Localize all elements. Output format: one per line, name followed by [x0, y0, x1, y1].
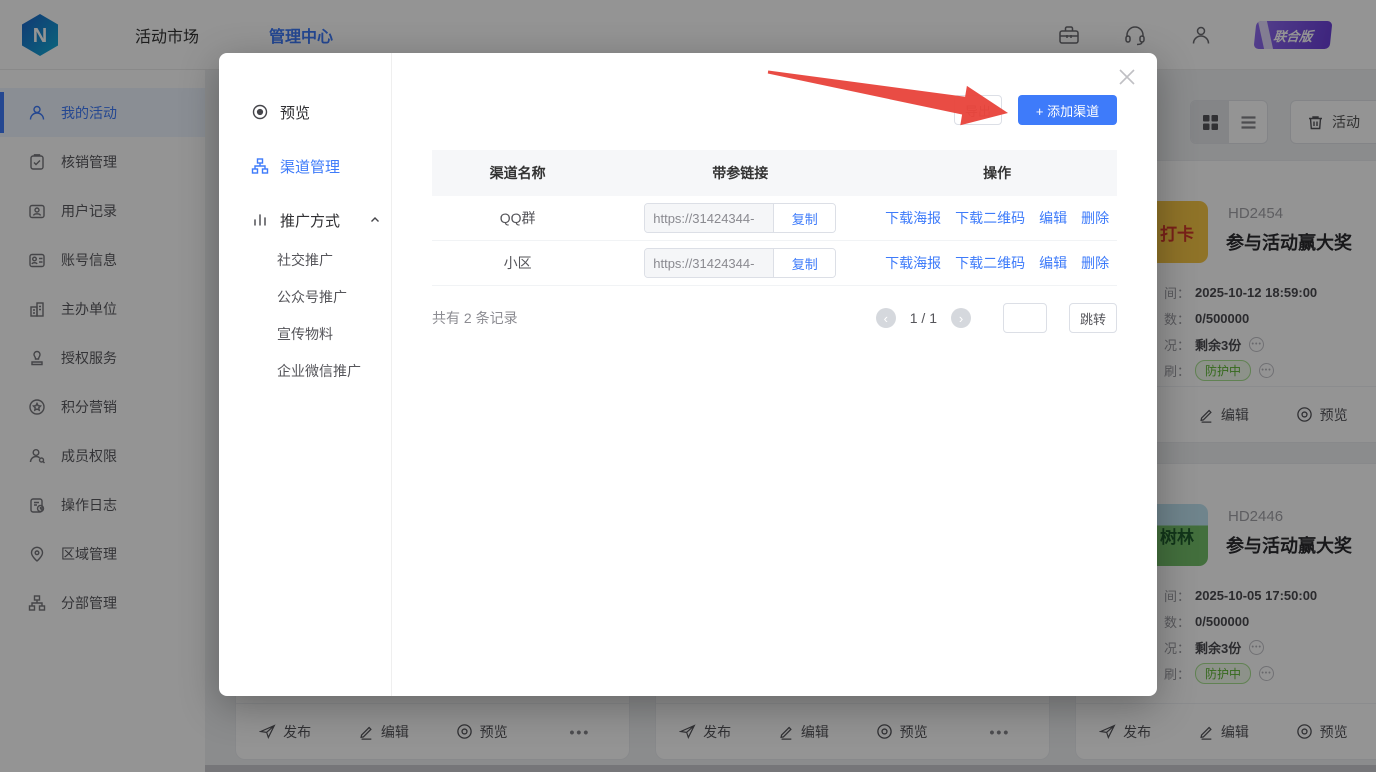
- table-row: 小区 https://31424344- 复制 下载海报 下载二维码 编辑 删除: [432, 241, 1117, 286]
- next-page-button[interactable]: ›: [951, 308, 971, 328]
- modal-nav-promotion-methods[interactable]: 推广方式: [219, 199, 391, 241]
- modal-nav-social-promo[interactable]: 社交推广: [219, 241, 391, 278]
- download-qrcode-link[interactable]: 下载二维码: [955, 253, 1025, 273]
- pagination: 共有 2 条记录 ‹ 1 / 1 › 跳转: [432, 303, 1117, 333]
- copy-button[interactable]: 复制: [773, 249, 835, 277]
- chevron-up-icon: [369, 214, 381, 226]
- modal-subnav-label: 企业微信推广: [277, 361, 361, 381]
- record-count: 共有 2 条记录: [432, 308, 518, 328]
- modal-subnav-label: 社交推广: [277, 250, 333, 270]
- modal-nav-label: 推广方式: [280, 210, 340, 231]
- param-link-group: https://31424344- 复制: [644, 248, 836, 278]
- modal-nav-wecom-promo[interactable]: 企业微信推广: [219, 352, 391, 389]
- column-header-link: 带参链接: [603, 163, 877, 183]
- modal-nav-label: 渠道管理: [280, 156, 340, 177]
- bar-chart-icon: [251, 211, 269, 229]
- table-header: 渠道名称 带参链接 操作: [432, 150, 1117, 196]
- edit-link[interactable]: 编辑: [1039, 253, 1067, 273]
- param-link-text: https://31424344-: [645, 249, 773, 277]
- download-poster-link[interactable]: 下载海报: [885, 253, 941, 273]
- export-button[interactable]: 导出: [954, 95, 1002, 125]
- eye-dot-icon: [251, 103, 269, 121]
- modal-subnav-label: 公众号推广: [277, 287, 347, 307]
- page-indicator: 1 / 1: [910, 310, 937, 326]
- param-link-text: https://31424344-: [645, 204, 773, 232]
- column-header-ops: 操作: [877, 163, 1117, 183]
- modal-nav-label: 预览: [280, 102, 310, 123]
- channel-table: 渠道名称 带参链接 操作 QQ群 https://31424344- 复制 下载…: [432, 150, 1117, 286]
- channel-management-modal: 预览 渠道管理 推广方式 社交推广 公众号推广 宣传物料 企业微信推广 导出 +…: [219, 53, 1157, 696]
- page-jump-input[interactable]: [1003, 303, 1047, 333]
- edit-link[interactable]: 编辑: [1039, 208, 1067, 228]
- modal-nav-preview[interactable]: 预览: [219, 91, 391, 133]
- modal-nav-channel-management[interactable]: 渠道管理: [219, 145, 391, 187]
- modal-nav-official-account-promo[interactable]: 公众号推广: [219, 278, 391, 315]
- org-tree-icon: [251, 157, 269, 175]
- column-header-name: 渠道名称: [432, 163, 603, 183]
- download-poster-link[interactable]: 下载海报: [885, 208, 941, 228]
- modal-nav: 预览 渠道管理 推广方式 社交推广 公众号推广 宣传物料 企业微信推广: [219, 53, 392, 696]
- copy-button[interactable]: 复制: [773, 204, 835, 232]
- table-row: QQ群 https://31424344- 复制 下载海报 下载二维码 编辑 删…: [432, 196, 1117, 241]
- jump-button[interactable]: 跳转: [1069, 303, 1117, 333]
- channel-name: QQ群: [432, 208, 603, 228]
- delete-link[interactable]: 删除: [1081, 208, 1109, 228]
- param-link-group: https://31424344- 复制: [644, 203, 836, 233]
- modal-content: 导出 + 添加渠道 渠道名称 带参链接 操作 QQ群 https://31424…: [392, 53, 1157, 696]
- download-qrcode-link[interactable]: 下载二维码: [955, 208, 1025, 228]
- modal-nav-promo-materials[interactable]: 宣传物料: [219, 315, 391, 352]
- modal-subnav-label: 宣传物料: [277, 324, 333, 344]
- delete-link[interactable]: 删除: [1081, 253, 1109, 273]
- channel-name: 小区: [432, 253, 603, 273]
- add-channel-button[interactable]: + 添加渠道: [1018, 95, 1117, 125]
- prev-page-button[interactable]: ‹: [876, 308, 896, 328]
